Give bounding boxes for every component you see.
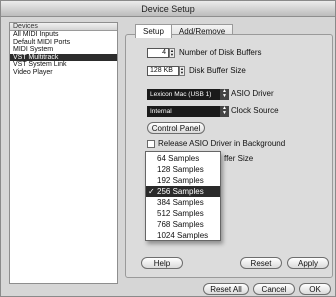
menu-item-label: 768 Samples xyxy=(157,220,204,229)
ok-button[interactable]: OK xyxy=(299,283,331,295)
menu-item-label: 384 Samples xyxy=(157,198,204,207)
menu-item-buffer-size[interactable]: 1024 Samples xyxy=(146,230,220,241)
disk-buffers-field[interactable]: 4 xyxy=(147,48,169,58)
cancel-button[interactable]: Cancel xyxy=(253,283,295,295)
apply-button[interactable]: Apply xyxy=(287,257,329,269)
menu-item-label: 512 Samples xyxy=(157,209,204,218)
menu-item-buffer-size[interactable]: 512 Samples xyxy=(146,208,220,219)
devices-list: Devices All MIDI Inputs Default MIDI Por… xyxy=(9,22,118,284)
menu-item-buffer-size[interactable]: 384 Samples xyxy=(146,197,220,208)
chevron-down-icon: ▲ ▼ xyxy=(220,106,229,117)
control-panel-button[interactable]: Control Panel xyxy=(147,122,205,134)
asio-driver-value: Lexicon Mac (USB 1) xyxy=(150,91,212,98)
help-button[interactable]: Help xyxy=(141,257,183,269)
device-setup-window: Device Setup Devices All MIDI Inputs Def… xyxy=(0,0,336,297)
tab-setup[interactable]: Setup xyxy=(135,24,172,38)
menu-item-buffer-size[interactable]: 768 Samples xyxy=(146,219,220,230)
clock-source-select[interactable]: Internal ▲ ▼ xyxy=(147,106,229,117)
release-driver-label: Release ASIO Driver in Background xyxy=(158,139,286,148)
release-driver-checkbox[interactable] xyxy=(147,140,155,148)
disk-buffer-size-label: Disk Buffer Size xyxy=(189,66,246,75)
checkmark-icon: ✓ xyxy=(148,187,155,196)
menu-item-label: 256 Samples xyxy=(157,187,204,196)
disk-buffers-stepper[interactable]: ▲ ▼ xyxy=(169,48,175,58)
menu-item-label: 128 Samples xyxy=(157,165,204,174)
sidebar-item-vst-system-link[interactable]: VST System Link xyxy=(10,61,117,69)
asio-driver-select[interactable]: Lexicon Mac (USB 1) ▲ ▼ xyxy=(147,89,229,100)
asio-driver-label: ASIO Driver xyxy=(231,89,274,98)
clock-source-label: Clock Source xyxy=(231,106,279,115)
sidebar-item-all-midi-inputs[interactable]: All MIDI Inputs xyxy=(10,31,117,39)
sidebar-item-video-player[interactable]: Video Player xyxy=(10,69,117,77)
menu-item-buffer-size[interactable]: 64 Samples xyxy=(146,153,220,164)
disk-buffer-size-stepper[interactable]: ▲ ▼ xyxy=(179,66,185,76)
menu-item-label: 192 Samples xyxy=(157,176,204,185)
reset-all-button[interactable]: Reset All xyxy=(203,283,249,295)
disk-buffers-label: Number of Disk Buffers xyxy=(179,48,262,57)
buffer-size-menu: 64 Samples 128 Samples 192 Samples ✓ 256 Sam… xyxy=(145,151,221,241)
menu-item-label: 64 Samples xyxy=(157,154,200,163)
devices-list-header: Devices xyxy=(10,23,117,31)
menu-item-buffer-size[interactable]: ✓ 256 Samples xyxy=(146,186,220,197)
sidebar-item-default-midi-ports[interactable]: Default MIDI Ports xyxy=(10,39,117,47)
menu-item-buffer-size[interactable]: 192 Samples xyxy=(146,175,220,186)
sidebar-item-midi-system[interactable]: MIDI System xyxy=(10,46,117,54)
clock-source-value: Internal xyxy=(150,108,172,115)
menu-item-buffer-size[interactable]: 128 Samples xyxy=(146,164,220,175)
sidebar-item-vst-multitrack[interactable]: VST Multitrack xyxy=(10,53,117,61)
buffer-size-partial-label: ffer Size xyxy=(224,154,254,163)
reset-button[interactable]: Reset xyxy=(240,257,282,269)
window-title: Device Setup xyxy=(1,1,335,17)
menu-item-label: 1024 Samples xyxy=(157,231,209,240)
disk-buffer-size-field[interactable]: 128 KB xyxy=(147,66,179,76)
chevron-down-icon: ▲ ▼ xyxy=(220,89,229,100)
